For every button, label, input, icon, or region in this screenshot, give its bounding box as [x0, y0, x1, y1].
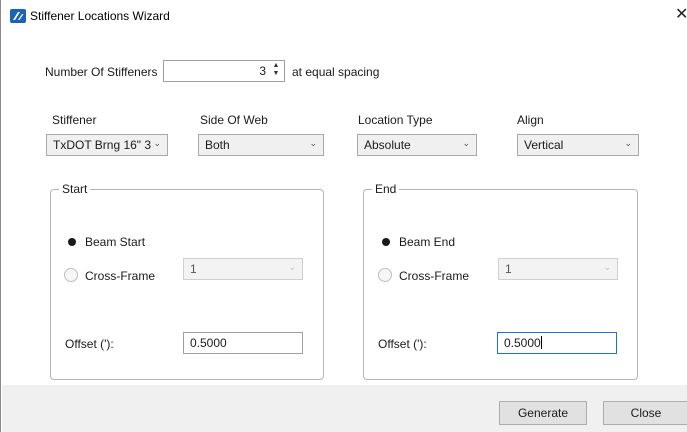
beam-start-radio[interactable] — [64, 234, 78, 248]
stiffener-select-value: TxDOT Brng 16" 3 — [53, 138, 152, 152]
location-type-select[interactable]: Absolute ⌄ — [357, 134, 477, 156]
close-icon[interactable]: ✕ — [675, 5, 687, 25]
stiffener-select[interactable]: TxDOT Brng 16" 3 ⌄ — [46, 134, 168, 156]
button-bar: Generate Close — [2, 385, 687, 432]
end-offset-label: Offset ('): — [378, 337, 427, 351]
end-cross-frame-radio[interactable] — [378, 268, 392, 282]
location-type-select-value: Absolute — [364, 138, 411, 152]
start-offset-input[interactable]: 0.5000 — [183, 332, 303, 354]
text-caret — [540, 336, 542, 349]
chevron-down-icon: ⌄ — [153, 138, 161, 148]
stiffener-count-value: 3 — [259, 64, 266, 78]
chevron-down-icon: ⌄ — [462, 138, 470, 148]
close-button[interactable]: Close — [603, 401, 687, 425]
start-cross-frame-label[interactable]: Cross-Frame — [85, 269, 155, 283]
wizard-window: Stiffener Locations Wizard ✕ Number Of S… — [0, 0, 687, 432]
start-offset-value: 0.5000 — [190, 336, 227, 350]
title-bar: Stiffener Locations Wizard ✕ — [1, 0, 687, 32]
end-cross-frame-label[interactable]: Cross-Frame — [399, 269, 469, 283]
start-offset-label: Offset ('): — [65, 337, 114, 351]
equal-spacing-label: at equal spacing — [292, 65, 380, 79]
end-offset-text: 0.5000 — [504, 336, 541, 350]
beam-end-radio[interactable] — [378, 234, 392, 248]
spin-down-icon[interactable]: ▼ — [271, 70, 281, 78]
align-select-value: Vertical — [524, 138, 564, 152]
end-offset-input[interactable]: 0.5000 — [497, 332, 617, 354]
chevron-down-icon: ⌄ — [624, 138, 632, 148]
number-of-stiffeners-label: Number Of Stiffeners — [45, 65, 158, 79]
start-group-legend: Start — [59, 182, 91, 196]
end-offset-value: 0.5000 — [504, 336, 542, 350]
beam-start-label[interactable]: Beam Start — [85, 235, 145, 249]
start-cross-frame-select: 1 ⌄ — [183, 258, 303, 280]
start-cross-frame-value: 1 — [190, 262, 197, 276]
align-select[interactable]: Vertical ⌄ — [517, 134, 639, 156]
end-cross-frame-select: 1 ⌄ — [498, 258, 618, 280]
start-cross-frame-radio[interactable] — [64, 268, 78, 282]
app-logo-icon — [10, 9, 26, 23]
spin-buttons[interactable]: ▲ ▼ — [271, 62, 281, 80]
spin-up-icon[interactable]: ▲ — [271, 62, 281, 70]
window-title: Stiffener Locations Wizard — [30, 9, 170, 23]
chevron-down-icon: ⌄ — [603, 262, 611, 272]
end-cross-frame-value: 1 — [505, 262, 512, 276]
location-type-label: Location Type — [358, 113, 433, 127]
end-group-legend: End — [372, 182, 400, 196]
stiffener-label: Stiffener — [52, 113, 97, 127]
side-of-web-label: Side Of Web — [200, 113, 268, 127]
align-label: Align — [517, 113, 544, 127]
chevron-down-icon: ⌄ — [288, 262, 296, 272]
side-of-web-select-value: Both — [205, 138, 230, 152]
side-of-web-select[interactable]: Both ⌄ — [198, 134, 324, 156]
beam-end-label[interactable]: Beam End — [399, 235, 455, 249]
chevron-down-icon: ⌄ — [309, 138, 317, 148]
number-of-stiffeners-stepper[interactable]: 3 ▲ ▼ — [163, 60, 285, 82]
generate-button[interactable]: Generate — [499, 401, 587, 425]
